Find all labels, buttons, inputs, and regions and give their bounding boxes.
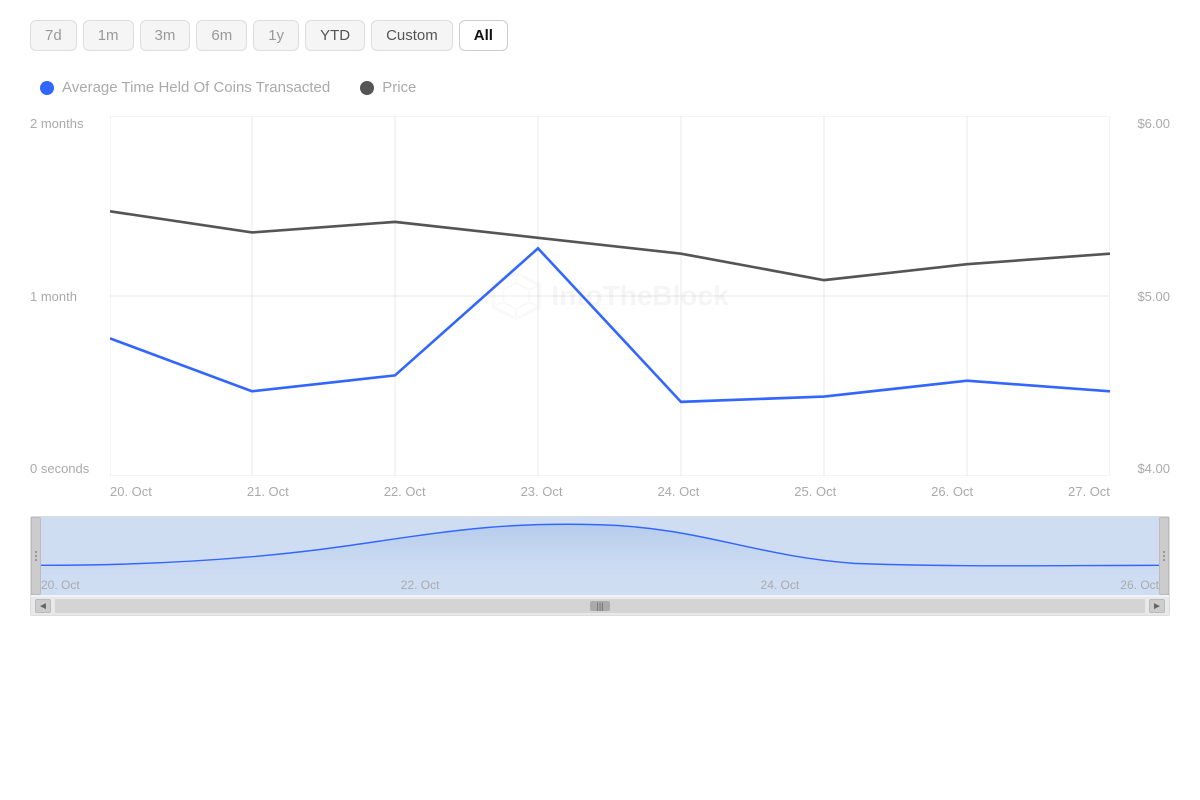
- x-label-1: 21. Oct: [247, 484, 289, 499]
- x-label-5: 25. Oct: [794, 484, 836, 499]
- btn-6m[interactable]: 6m: [196, 20, 247, 51]
- x-label-6: 26. Oct: [931, 484, 973, 499]
- scroll-track[interactable]: |||: [55, 599, 1145, 613]
- btn-1m[interactable]: 1m: [83, 20, 134, 51]
- navigator-handle-right[interactable]: [1159, 517, 1169, 595]
- nav-svg-container: [41, 517, 1159, 575]
- legend-dot-avg-time: [40, 81, 54, 95]
- nav-x-label-1: 22. Oct: [401, 578, 440, 592]
- scroll-right-arrow[interactable]: ►: [1149, 599, 1165, 613]
- chart-area: 2 months 1 month 0 seconds $6.00 $5.00 $…: [30, 116, 1170, 506]
- navigator-handle-left[interactable]: [31, 517, 41, 595]
- nav-x-label-2: 24. Oct: [761, 578, 800, 592]
- scroll-center-mark: |||: [590, 601, 610, 611]
- y-label-bot-right: $4.00: [1137, 461, 1170, 476]
- handle-lines-left: [35, 551, 37, 561]
- x-label-7: 27. Oct: [1068, 484, 1110, 499]
- main-chart-svg: [110, 116, 1110, 476]
- btn-3m[interactable]: 3m: [140, 20, 191, 51]
- x-axis: 20. Oct 21. Oct 22. Oct 23. Oct 24. Oct …: [110, 476, 1110, 506]
- handle-lines-right: [1163, 551, 1165, 561]
- y-label-mid-right: $5.00: [1137, 289, 1170, 304]
- y-label-mid-left: 1 month: [30, 289, 110, 304]
- main-container: 7d 1m 3m 6m 1y YTD Custom All Average Ti…: [0, 0, 1200, 800]
- legend-label-price: Price: [382, 79, 416, 96]
- navigator-svg: [41, 517, 1159, 575]
- legend-label-avg-time: Average Time Held Of Coins Transacted: [62, 79, 330, 96]
- x-label-4: 24. Oct: [657, 484, 699, 499]
- nav-x-label-3: 26. Oct: [1120, 578, 1159, 592]
- legend-dot-price: [360, 81, 374, 95]
- btn-all[interactable]: All: [459, 20, 508, 51]
- nav-x-labels: 20. Oct 22. Oct 24. Oct 26. Oct: [41, 575, 1159, 595]
- legend-item-avg-time: Average Time Held Of Coins Transacted: [40, 79, 330, 96]
- main-chart-wrapper: 2 months 1 month 0 seconds $6.00 $5.00 $…: [30, 116, 1170, 506]
- y-label-bot-left: 0 seconds: [30, 461, 110, 476]
- y-label-top-right: $6.00: [1137, 116, 1170, 131]
- y-label-top-left: 2 months: [30, 116, 110, 131]
- y-axis-right: $6.00 $5.00 $4.00: [1110, 116, 1170, 506]
- x-label-0: 20. Oct: [110, 484, 152, 499]
- btn-7d[interactable]: 7d: [30, 20, 77, 51]
- nav-x-label-0: 20. Oct: [41, 578, 80, 592]
- btn-1y[interactable]: 1y: [253, 20, 299, 51]
- x-label-2: 22. Oct: [384, 484, 426, 499]
- x-label-3: 23. Oct: [521, 484, 563, 499]
- chart-svg-container: IntoTheBlock: [110, 116, 1110, 476]
- y-axis-left: 2 months 1 month 0 seconds: [30, 116, 110, 506]
- legend-item-price: Price: [360, 79, 416, 96]
- scroll-left-arrow[interactable]: ◄: [35, 599, 51, 613]
- navigator[interactable]: 20. Oct 22. Oct 24. Oct 26. Oct ◄ ||| ►: [30, 516, 1170, 616]
- time-range-selector: 7d 1m 3m 6m 1y YTD Custom All: [30, 20, 1170, 51]
- chart-legend: Average Time Held Of Coins Transacted Pr…: [30, 79, 1170, 96]
- btn-custom[interactable]: Custom: [371, 20, 453, 51]
- btn-ytd[interactable]: YTD: [305, 20, 365, 51]
- scroll-thumb: |||: [590, 601, 610, 611]
- scrollbar[interactable]: ◄ ||| ►: [31, 597, 1169, 615]
